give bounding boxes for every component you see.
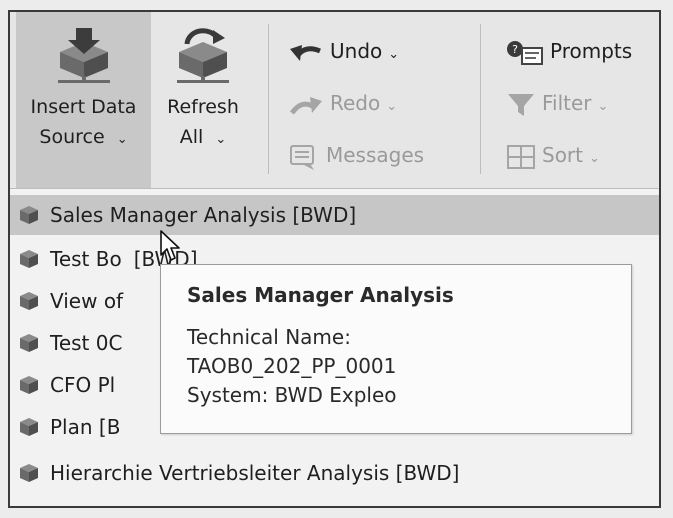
undo-icon [290, 44, 321, 61]
tooltip-technical-value: TAOB0_202_PP_0001 [187, 354, 397, 378]
chevron-down-icon: ⌄ [597, 99, 609, 114]
menu-item-label: Test Bo [50, 247, 122, 271]
refresh-line2: All [179, 126, 204, 148]
cube-download-icon [57, 28, 110, 83]
analysis-ribbon-window: Insert Data Source ⌄ Refresh All ⌄ Undo … [8, 10, 661, 508]
redo-button[interactable]: Redo ⌄ [288, 86, 397, 120]
messages-icon [290, 144, 314, 170]
filter-label: Filter [542, 91, 592, 115]
ribbon: Insert Data Source ⌄ Refresh All ⌄ Undo … [10, 12, 659, 188]
refresh-all-button[interactable]: Refresh All ⌄ [152, 12, 254, 188]
filter-icon [508, 93, 534, 116]
prompts-icon: ? [507, 40, 543, 65]
messages-button[interactable]: Messages [288, 138, 424, 172]
mouse-cursor-icon [160, 230, 180, 261]
tooltip-technical-label: Technical Name: [187, 325, 351, 349]
insert-line2: Source [39, 126, 105, 148]
insert-line1: Insert Data [30, 96, 137, 118]
svg-text:?: ? [512, 43, 518, 56]
cube-icon [20, 417, 38, 436]
refresh-line1: Refresh [167, 96, 239, 118]
cube-icon [20, 249, 38, 268]
prompts-button[interactable]: ? Prompts [506, 34, 632, 68]
menu-item-label: CFO Pl [50, 373, 116, 397]
tooltip-title: Sales Manager Analysis [187, 283, 454, 307]
menu-item-label: Sales Manager Analysis [BWD] [50, 203, 357, 227]
menu-item-label: Test 0C [50, 331, 123, 355]
menu-item-label: View of [50, 289, 124, 313]
cube-icon [20, 205, 38, 224]
ribbon-separator [268, 24, 269, 174]
sort-button[interactable]: Sort ⌄ [506, 138, 600, 172]
ribbon-separator [480, 24, 481, 174]
filter-button[interactable]: Filter ⌄ [506, 86, 608, 120]
cube-icon [20, 291, 38, 310]
undo-button[interactable]: Undo ⌄ [288, 34, 399, 68]
sort-icon [507, 144, 535, 169]
chevron-down-icon: ⌄ [116, 132, 128, 147]
insert-data-source-button[interactable]: Insert Data Source ⌄ [16, 12, 151, 188]
menu-item-label: Hierarchie Vertriebsleiter Analysis [BWD… [50, 461, 460, 485]
messages-label: Messages [326, 143, 425, 167]
chevron-down-icon: ⌄ [589, 151, 600, 166]
cube-icon [20, 375, 38, 394]
redo-icon [289, 96, 322, 115]
chevron-down-icon: ⌄ [386, 99, 398, 114]
redo-label: Redo [330, 91, 381, 115]
menu-item[interactable]: Sales Manager Analysis [BWD] [10, 195, 659, 235]
cube-icon [20, 463, 38, 482]
undo-label: Undo [330, 39, 383, 63]
tooltip-system: System: BWD Expleo [187, 383, 397, 407]
sort-label: Sort [542, 143, 583, 167]
chevron-down-icon: ⌄ [388, 47, 400, 62]
menu-item[interactable]: Hierarchie Vertriebsleiter Analysis [BWD… [10, 453, 659, 493]
prompts-label: Prompts [550, 39, 633, 63]
chevron-down-icon: ⌄ [215, 132, 227, 147]
cube-refresh-icon [177, 28, 229, 83]
item-tooltip: Sales Manager Analysis Technical Name: T… [160, 264, 632, 434]
cube-icon [20, 333, 38, 352]
menu-item-label: Plan [B [50, 415, 121, 439]
